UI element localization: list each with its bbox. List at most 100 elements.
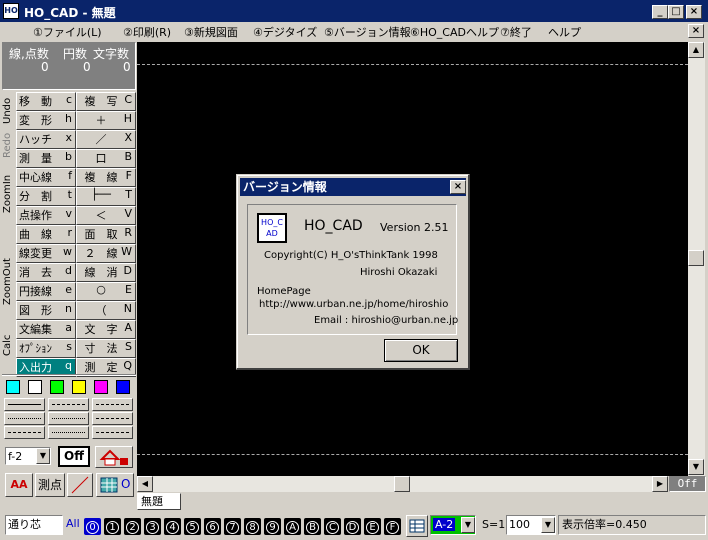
layer-button[interactable]: 0: [84, 518, 101, 535]
tool-button[interactable]: 線 消D: [76, 263, 136, 282]
horizontal-scroll-thumb[interactable]: [394, 476, 410, 492]
menu-close-button[interactable]: ×: [688, 24, 704, 38]
zoomout-tab[interactable]: ZoomOut: [2, 256, 16, 308]
color-swatch[interactable]: [72, 380, 86, 394]
tool-button[interactable]: 移 動c: [16, 92, 76, 111]
menu-version-info[interactable]: ⑤バージョン情報: [324, 24, 411, 40]
diagonal-line-icon[interactable]: [67, 473, 93, 497]
minimize-button[interactable]: _: [652, 5, 668, 19]
line-style-button[interactable]: [4, 426, 45, 439]
layer-button[interactable]: 5: [184, 518, 201, 535]
layer-button[interactable]: B: [304, 518, 321, 535]
tool-button[interactable]: ／ X: [76, 130, 136, 149]
redo-tab[interactable]: Redo: [2, 130, 16, 160]
tool-button[interactable]: ２ 線W: [76, 244, 136, 263]
dialog-close-button[interactable]: ×: [450, 180, 466, 194]
menu-hocad-help[interactable]: ⑥HO_CADヘルプ: [410, 24, 499, 40]
tool-button[interactable]: 口B: [76, 149, 136, 168]
calc-tab[interactable]: Calc: [2, 330, 16, 360]
tool-button[interactable]: 複 線F: [76, 168, 136, 187]
layer-button[interactable]: 2: [124, 518, 141, 535]
survey-point-button[interactable]: 測点: [35, 473, 65, 497]
undo-tab[interactable]: Undo: [2, 92, 16, 130]
layer-button[interactable]: 7: [224, 518, 241, 535]
scroll-up-icon[interactable]: ▲: [688, 42, 704, 58]
layer-button[interactable]: F: [384, 518, 401, 535]
tool-button[interactable]: 円接線 e: [16, 282, 76, 301]
line-style-button[interactable]: [92, 412, 133, 425]
line-style-button[interactable]: [4, 412, 45, 425]
menu-new-drawing[interactable]: ③新規図面: [184, 24, 238, 40]
tool-button[interactable]: 曲 線r: [16, 225, 76, 244]
app-icon[interactable]: HO: [3, 3, 19, 19]
layer-button[interactable]: 9: [264, 518, 281, 535]
menu-file[interactable]: ①ファイル(L): [33, 24, 102, 40]
tool-button[interactable]: 面 取R: [76, 225, 136, 244]
scroll-right-icon[interactable]: ▶: [652, 476, 668, 492]
tool-button[interactable]: ＋ H: [76, 111, 136, 130]
tool-button[interactable]: 中心線 f: [16, 168, 76, 187]
tool-button[interactable]: 変 形h: [16, 111, 76, 130]
color-swatch[interactable]: [28, 380, 42, 394]
tool-button[interactable]: 分 割t: [16, 187, 76, 206]
color-swatch[interactable]: [116, 380, 130, 394]
layer-button[interactable]: A: [284, 518, 301, 535]
layer-button[interactable]: 1: [104, 518, 121, 535]
paper-size-select[interactable]: A-2 ▼: [430, 515, 476, 535]
dropdown-arrow-icon[interactable]: ▼: [461, 517, 475, 533]
scale-select[interactable]: 100 ▼: [506, 515, 556, 535]
tool-button[interactable]: ├── T: [76, 187, 136, 206]
layer-button[interactable]: 8: [244, 518, 261, 535]
house-icon[interactable]: [95, 446, 133, 468]
layer-button[interactable]: C: [324, 518, 341, 535]
tool-button[interactable]: 複 写C: [76, 92, 136, 111]
tool-button[interactable]: 線変更 w: [16, 244, 76, 263]
line-style-button[interactable]: [92, 426, 133, 439]
tool-button[interactable]: ＜ V: [76, 206, 136, 225]
menu-exit[interactable]: ⑦終了: [500, 24, 532, 40]
menu-digitize[interactable]: ④デジタイズ: [253, 24, 317, 40]
snap-mode-field[interactable]: 通り芯: [5, 515, 63, 535]
document-tab[interactable]: 無題: [137, 493, 181, 510]
off-toggle[interactable]: Off: [58, 446, 90, 467]
all-layers-link[interactable]: All: [66, 517, 80, 530]
layer-button[interactable]: 4: [164, 518, 181, 535]
color-swatch[interactable]: [94, 380, 108, 394]
aa-button[interactable]: AA: [5, 473, 33, 497]
color-swatch[interactable]: [6, 380, 20, 394]
line-type-select[interactable]: f-2 ▼: [5, 447, 51, 465]
vertical-scrollbar[interactable]: ▲ ▼: [688, 42, 705, 476]
scroll-left-icon[interactable]: ◀: [137, 476, 153, 492]
line-style-button[interactable]: [48, 398, 89, 411]
menu-help[interactable]: ヘルプ: [548, 24, 581, 40]
dropdown-arrow-icon[interactable]: ▼: [36, 448, 50, 464]
layer-table-icon[interactable]: [406, 515, 428, 537]
menu-print[interactable]: ②印刷(R): [123, 24, 171, 40]
line-style-button[interactable]: [4, 398, 45, 411]
zoomin-tab[interactable]: ZoomIn: [2, 168, 16, 220]
line-style-button[interactable]: [48, 412, 89, 425]
layer-button[interactable]: 3: [144, 518, 161, 535]
tool-button[interactable]: 寸 法S: [76, 339, 136, 358]
tool-button[interactable]: （N: [76, 301, 136, 320]
tool-button[interactable]: ｵﾌﾟｼｮﾝ s: [16, 339, 76, 358]
tool-button[interactable]: ○ E: [76, 282, 136, 301]
tool-button[interactable]: ハッチ x: [16, 130, 76, 149]
dropdown-arrow-icon[interactable]: ▼: [541, 517, 555, 533]
tool-button[interactable]: 消 去d: [16, 263, 76, 282]
tool-button[interactable]: 図 形n: [16, 301, 76, 320]
layer-button[interactable]: 6: [204, 518, 221, 535]
tool-button[interactable]: 測 量b: [16, 149, 76, 168]
horizontal-scrollbar[interactable]: ◀ ▶: [137, 476, 668, 492]
tool-button[interactable]: 点操作 v: [16, 206, 76, 225]
line-style-button[interactable]: [48, 426, 89, 439]
layer-button[interactable]: D: [344, 518, 361, 535]
maximize-button[interactable]: □: [668, 5, 684, 19]
tool-button[interactable]: 文 字A: [76, 320, 136, 339]
layer-button[interactable]: E: [364, 518, 381, 535]
ok-button[interactable]: OK: [384, 339, 458, 362]
close-button[interactable]: ×: [686, 5, 702, 19]
tool-button[interactable]: 文編集 a: [16, 320, 76, 339]
scroll-down-icon[interactable]: ▼: [688, 459, 704, 475]
line-style-button[interactable]: [92, 398, 133, 411]
